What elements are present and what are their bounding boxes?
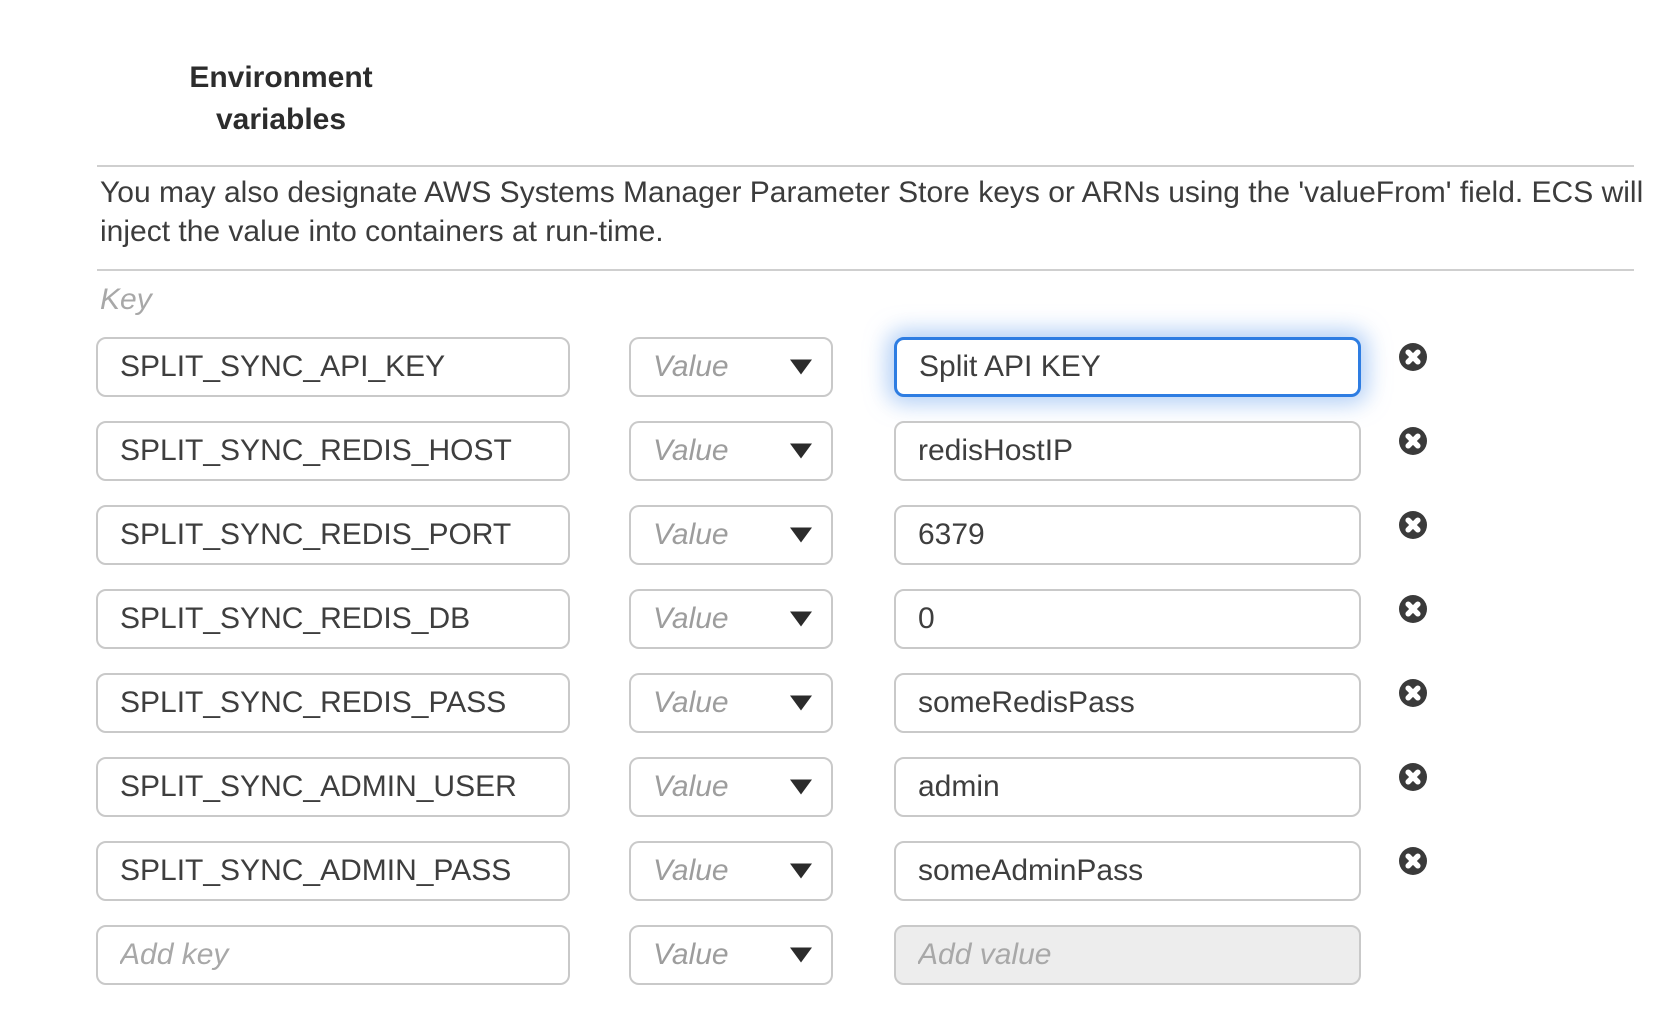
- close-icon: [1399, 511, 1427, 539]
- env-var-row: Value: [0, 505, 1678, 565]
- value-type-label: Value: [653, 602, 729, 636]
- key-input[interactable]: [96, 505, 570, 565]
- value-type-select[interactable]: Value: [629, 925, 833, 985]
- env-var-row: Value: [0, 589, 1678, 649]
- key-input[interactable]: [96, 757, 570, 817]
- value-input[interactable]: [894, 421, 1361, 481]
- value-input[interactable]: [894, 505, 1361, 565]
- divider: [97, 165, 1634, 167]
- value-input[interactable]: [894, 337, 1361, 397]
- value-type-select[interactable]: Value: [629, 841, 833, 901]
- chevron-down-icon: [790, 780, 812, 795]
- value-type-label: Value: [653, 854, 729, 888]
- value-type-select[interactable]: Value: [629, 505, 833, 565]
- remove-button[interactable]: [1399, 763, 1427, 791]
- remove-button[interactable]: [1399, 595, 1427, 623]
- close-icon: [1399, 427, 1427, 455]
- value-type-label: Value: [653, 434, 729, 468]
- value-type-select[interactable]: Value: [629, 337, 833, 397]
- chevron-down-icon: [790, 360, 812, 375]
- env-var-row: Value: [0, 757, 1678, 817]
- chevron-down-icon: [790, 696, 812, 711]
- value-type-label: Value: [653, 770, 729, 804]
- value-type-select[interactable]: Value: [629, 589, 833, 649]
- help-text: You may also designate AWS Systems Manag…: [100, 173, 1666, 251]
- chevron-down-icon: [790, 612, 812, 627]
- key-input[interactable]: [96, 589, 570, 649]
- key-input[interactable]: [96, 337, 570, 397]
- env-var-row: Value: [0, 841, 1678, 901]
- close-icon: [1399, 595, 1427, 623]
- remove-button[interactable]: [1399, 511, 1427, 539]
- close-icon: [1399, 343, 1427, 371]
- value-type-label: Value: [653, 518, 729, 552]
- remove-button[interactable]: [1399, 847, 1427, 875]
- value-type-select[interactable]: Value: [629, 757, 833, 817]
- value-input[interactable]: [894, 673, 1361, 733]
- chevron-down-icon: [790, 948, 812, 963]
- value-type-label: Value: [653, 938, 729, 972]
- add-env-var-row: Value: [0, 925, 1678, 985]
- env-var-row: Value: [0, 337, 1678, 397]
- key-input[interactable]: [96, 421, 570, 481]
- remove-button[interactable]: [1399, 679, 1427, 707]
- section-title-line2: variables: [95, 99, 467, 141]
- value-input[interactable]: [894, 589, 1361, 649]
- remove-button[interactable]: [1399, 343, 1427, 371]
- env-var-row: Value: [0, 421, 1678, 481]
- remove-button[interactable]: [1399, 427, 1427, 455]
- value-type-select[interactable]: Value: [629, 673, 833, 733]
- value-type-label: Value: [653, 686, 729, 720]
- value-type-select[interactable]: Value: [629, 421, 833, 481]
- divider: [97, 269, 1634, 271]
- value-input[interactable]: [894, 757, 1361, 817]
- chevron-down-icon: [790, 444, 812, 459]
- section-title: Environment variables: [95, 57, 467, 141]
- close-icon: [1399, 679, 1427, 707]
- key-column-header: Key: [100, 283, 152, 317]
- key-input[interactable]: [96, 673, 570, 733]
- env-var-row: Value: [0, 673, 1678, 733]
- key-input[interactable]: [96, 841, 570, 901]
- close-icon: [1399, 763, 1427, 791]
- value-input[interactable]: [894, 841, 1361, 901]
- add-value-input[interactable]: [894, 925, 1361, 985]
- chevron-down-icon: [790, 528, 812, 543]
- section-title-line1: Environment: [95, 57, 467, 99]
- chevron-down-icon: [790, 864, 812, 879]
- add-key-input[interactable]: [96, 925, 570, 985]
- close-icon: [1399, 847, 1427, 875]
- value-type-label: Value: [653, 350, 729, 384]
